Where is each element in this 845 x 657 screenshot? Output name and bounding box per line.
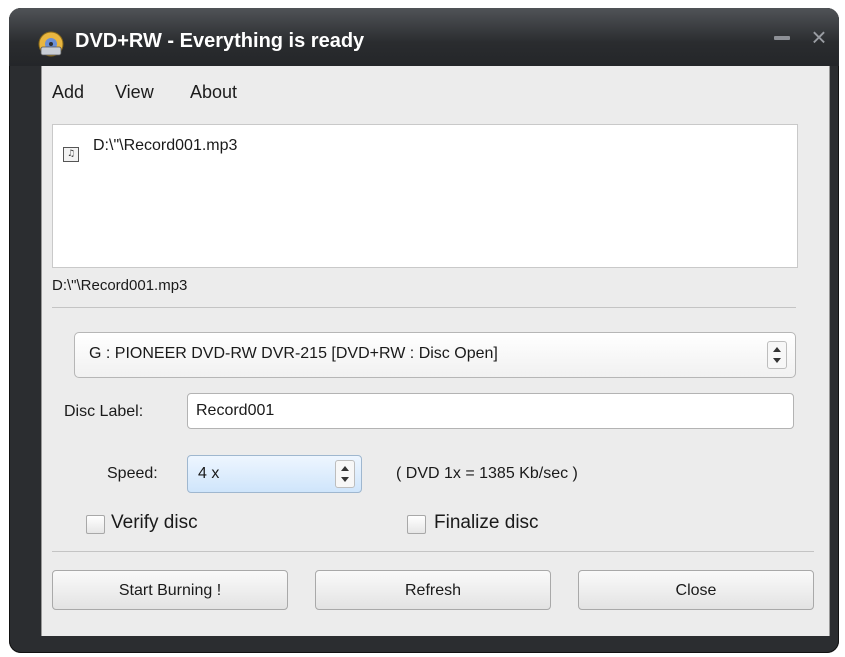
verify-disc-label[interactable]: Verify disc	[111, 512, 198, 534]
disc-label-input[interactable]: Record001	[187, 393, 794, 429]
file-name: D:\"\Record001.mp3	[93, 137, 238, 154]
close-button[interactable]: Close	[578, 570, 814, 610]
dvd-app-icon	[38, 31, 64, 57]
menu-view[interactable]: View	[115, 82, 154, 103]
divider	[52, 307, 796, 308]
file-list[interactable]: ♫ D:\"\Record001.mp3	[52, 124, 798, 268]
drive-select-value: G : PIONEER DVD-RW DVR-215 [DVD+RW : Dis…	[89, 345, 498, 362]
disc-label-label: Disc Label:	[64, 403, 144, 420]
finalize-disc-label[interactable]: Finalize disc	[434, 512, 539, 534]
menu-about[interactable]: About	[190, 82, 237, 103]
selected-path-label: D:\"\Record001.mp3	[52, 277, 188, 294]
start-burning-button[interactable]: Start Burning !	[52, 570, 288, 610]
speed-label: Speed:	[107, 465, 158, 482]
close-window-button[interactable]: ×	[806, 24, 832, 50]
verify-disc-checkbox[interactable]	[86, 515, 105, 534]
drive-select-arrows-icon[interactable]	[767, 341, 787, 369]
drive-select[interactable]: G : PIONEER DVD-RW DVR-215 [DVD+RW : Dis…	[74, 332, 796, 378]
finalize-disc-checkbox[interactable]	[407, 515, 426, 534]
window-title: DVD+RW - Everything is ready	[75, 30, 365, 52]
minimize-button[interactable]	[774, 36, 790, 40]
title-bar[interactable]: DVD+RW - Everything is ready ×	[9, 8, 839, 66]
speed-select-arrows-icon[interactable]	[335, 460, 355, 488]
speed-note: ( DVD 1x = 1385 Kb/sec )	[396, 465, 578, 482]
speed-select-value: 4 x	[198, 465, 220, 482]
divider	[52, 551, 814, 552]
refresh-button[interactable]: Refresh	[315, 570, 551, 610]
speed-select[interactable]: 4 x	[187, 455, 362, 493]
audio-file-icon: ♫	[63, 147, 79, 162]
menu-add[interactable]: Add	[52, 82, 84, 103]
